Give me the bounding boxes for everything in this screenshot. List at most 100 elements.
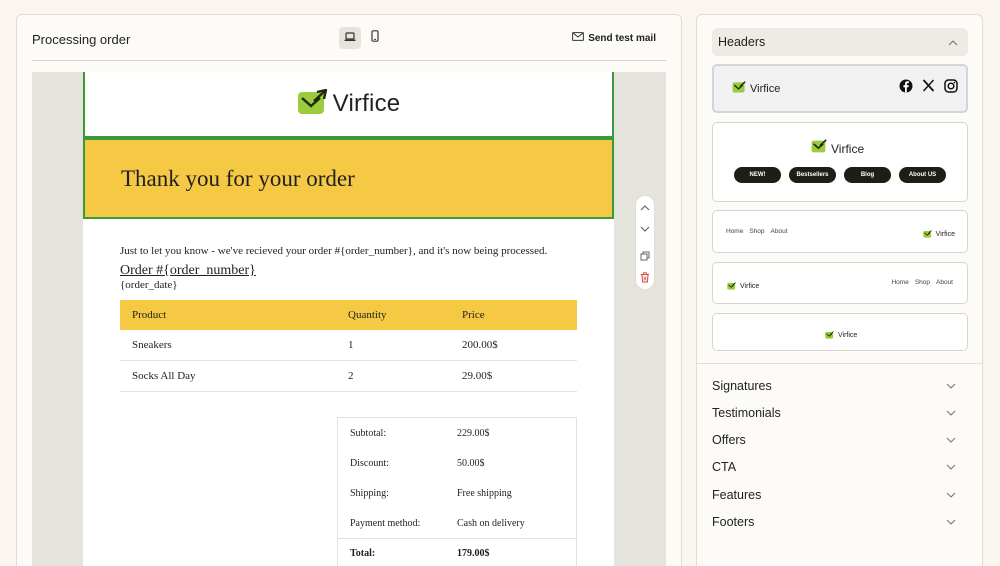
envelope-icon [572,32,585,44]
template-brand: Virfice [831,141,865,156]
table-row: Sneakers 1 200.00$ [120,330,577,361]
virfice-logo-icon [297,87,328,120]
totals-label: Shipping: [350,487,389,499]
header-template-centered[interactable]: Virfice [712,313,968,351]
email-canvas: Virfice Thank you for your order Just to… [32,72,666,566]
template-nav: Home Shop About [891,279,953,286]
section-headers[interactable]: Headers [712,28,968,56]
table-header-product: Product [132,309,167,321]
hero-title: Thank you for your order [121,166,355,191]
email-editor-panel: Processing order Send test mail Virfice … [16,14,682,566]
virfice-logo-icon [811,139,827,158]
email-preview: Virfice Thank you for your order Just to… [83,72,614,566]
template-pill-nav: NEW! Bestsellers Blog About US [713,167,967,183]
template-logo: Virfice [727,277,759,295]
order-link[interactable]: Order #{order_number} [120,263,256,279]
email-logo-block[interactable]: Virfice [83,72,614,138]
chevron-up-icon [640,198,650,216]
chevron-down-icon [946,431,956,449]
totals-label: Subtotal: [350,427,387,439]
totals-value: Free shipping [457,487,512,499]
chevron-down-icon [640,220,650,238]
hero-block[interactable]: Thank you for your order [83,138,614,219]
pill-about-us: About US [899,167,946,183]
totals-label: Total: [350,548,376,559]
totals-row: Payment method: Cash on delivery [338,508,576,538]
totals-value: 179.00$ [457,548,490,559]
section-signatures[interactable]: Signatures [712,377,968,395]
section-label: Features [712,488,762,502]
move-up-button[interactable] [637,199,653,215]
table-header-price: Price [462,309,485,321]
totals-row-total: Total: 179.00$ [338,538,576,566]
facebook-icon [899,79,913,98]
nav-home: Home [891,279,909,286]
template-brand: Virfice [838,331,858,339]
order-date: {order_date} [120,279,178,291]
cell-product: Socks All Day [132,370,196,382]
section-cta[interactable]: CTA [712,458,968,476]
chevron-up-icon [948,33,958,51]
totals-label: Payment method: [350,517,421,529]
header-template-nav-left[interactable]: Home Shop About Virfice [712,210,968,253]
section-label: Signatures [712,379,772,393]
block-toolbar [635,195,655,290]
duplicate-button[interactable] [637,249,653,265]
header-template-pills[interactable]: Virfice NEW! Bestsellers Blog About US [712,122,968,202]
totals-row: Shipping: Free shipping [338,478,576,508]
cell-quantity: 2 [348,370,354,382]
chevron-down-icon [946,404,956,422]
section-testimonials[interactable]: Testimonials [712,404,968,422]
block-library-panel: Headers Virfice Virfice NEW! Bestsellers… [696,14,983,566]
template-logo: Virfice [811,139,864,158]
chevron-down-icon [946,513,956,531]
x-icon [922,79,935,98]
template-logo: Virfice [732,80,780,98]
laptop-icon [344,29,356,47]
totals-value: Cash on delivery [457,517,525,529]
nav-shop: Shop [749,228,765,235]
template-brand: Virfice [740,282,760,290]
editor-title: Processing order [32,32,131,47]
pill-bestsellers: Bestsellers [789,167,836,183]
section-label: CTA [712,460,737,474]
pill-blog: Blog [844,167,891,183]
nav-about: About [936,279,953,286]
delete-button[interactable] [637,271,653,287]
section-offers[interactable]: Offers [712,431,968,449]
table-header-quantity: Quantity [348,309,387,321]
nav-about: About [770,228,788,235]
template-brand: Virfice [750,83,781,95]
cell-price: 200.00$ [462,339,498,351]
section-label: Testimonials [712,406,781,420]
social-icons [899,79,958,98]
mobile-preview-button[interactable] [364,27,386,49]
header-template-social[interactable]: Virfice [712,64,968,113]
template-logo: Virfice [922,225,955,243]
brand-name: Virfice [332,90,401,117]
intro-text: Just to let you know - we've recieved yo… [120,245,548,257]
section-label: Offers [712,433,746,447]
send-test-label: Send test mail [588,32,656,44]
editor-toolbar: Processing order Send test mail [32,15,666,61]
table-header-row: Product Quantity Price [120,300,577,330]
send-test-mail-button[interactable]: Send test mail [572,32,656,44]
header-template-nav-right[interactable]: Virfice Home Shop About [712,262,968,304]
desktop-preview-button[interactable] [339,27,361,49]
totals-label: Discount: [350,457,389,469]
section-footers[interactable]: Footers [712,513,968,531]
chevron-down-icon [946,458,956,476]
chevron-down-icon [946,486,956,504]
section-label: Footers [712,515,755,529]
template-nav: Home Shop About [726,228,788,235]
order-totals-table: Subtotal: 229.00$ Discount: 50.00$ Shipp… [337,417,577,566]
mobile-icon [371,29,379,47]
copy-icon [640,248,650,266]
chevron-down-icon [946,377,956,395]
totals-row: Subtotal: 229.00$ [338,418,576,448]
section-features[interactable]: Features [712,486,968,504]
move-down-button[interactable] [637,221,653,237]
section-label: Headers [718,35,766,49]
template-brand: Virfice [935,230,955,238]
nav-shop: Shop [914,279,930,286]
